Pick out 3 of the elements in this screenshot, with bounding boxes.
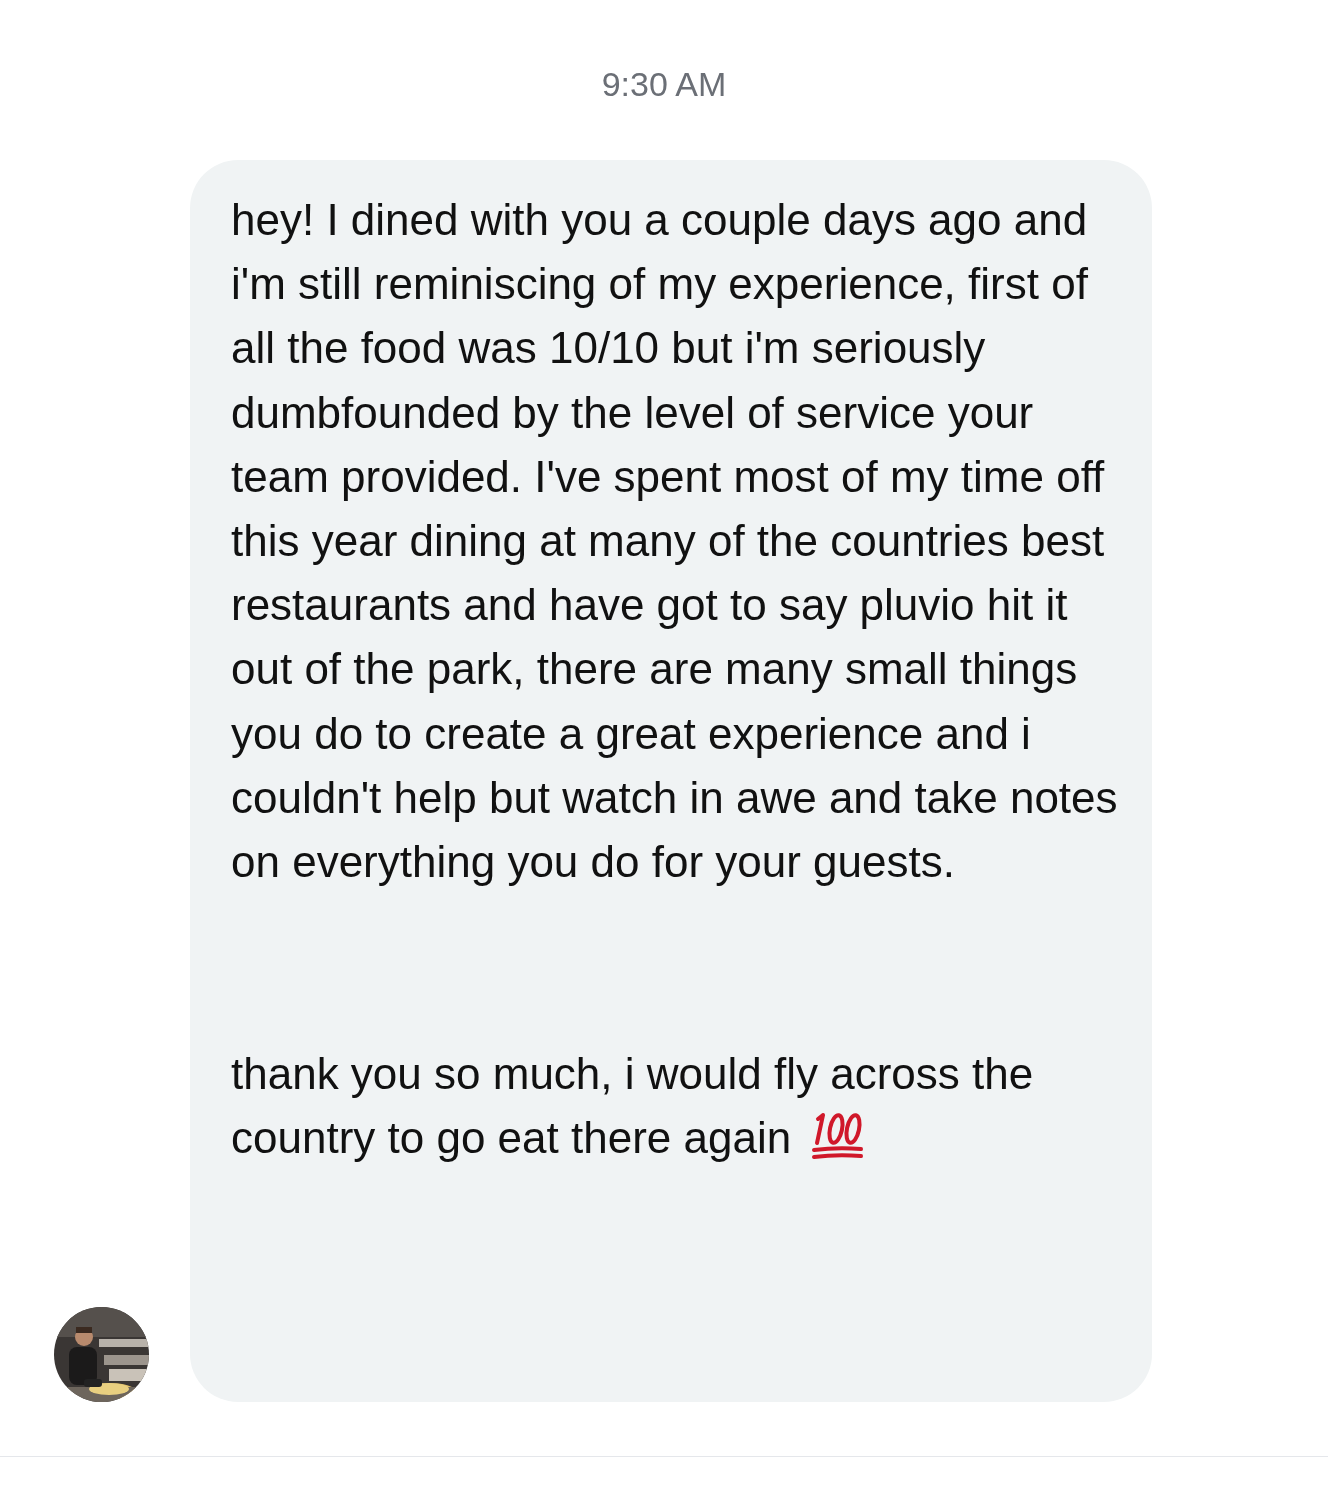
message-text: hey! I dined with you a couple days ago and i'm still reminiscing of my experience, first of all the food was 10/10 but i'm seriously dumbfounded by the level of service your team provided. I've spent most of my time off this year dining at many of the countries best restaurants and have got to say pluvio hit it out of the park, there are many small things you do to create a great experience and i couldn't help but watch in awe and take notes on everything you do for your guests. [231, 194, 1119, 889]
message-text: thank you so much, i would fly across the country to go eat there again [231, 1048, 1035, 1165]
timestamp: 9:30 AM [601, 64, 727, 105]
